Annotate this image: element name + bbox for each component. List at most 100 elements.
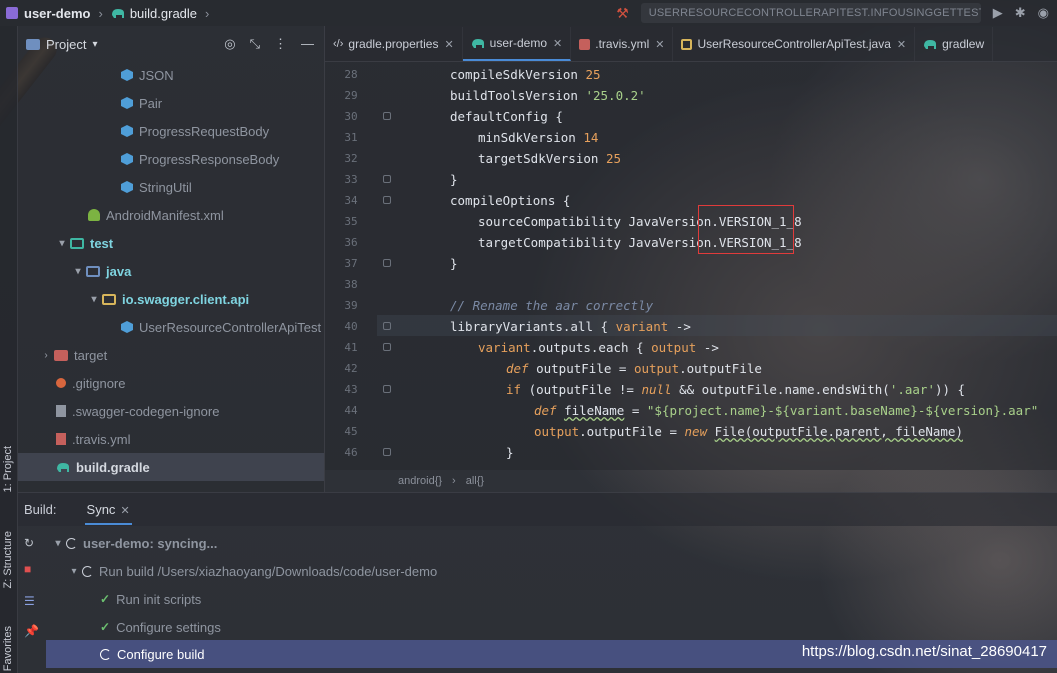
collapse-icon[interactable]: ⤡ bbox=[250, 36, 260, 52]
fold-marker[interactable] bbox=[383, 385, 391, 393]
sync-icon[interactable]: ↻ bbox=[24, 536, 34, 550]
build-row-configure-settings[interactable]: ✓ Configure settings bbox=[100, 613, 221, 641]
stop-icon[interactable]: ◉ bbox=[1038, 5, 1049, 21]
locate-icon[interactable]: ◎ bbox=[224, 36, 235, 52]
build-hammer-icon[interactable]: ⚒ bbox=[616, 5, 629, 22]
gradle-elephant-icon bbox=[924, 40, 937, 49]
more-icon[interactable]: ⋮ bbox=[274, 36, 287, 52]
tab-user-resource-test[interactable]: UserResourceControllerApiTest.java ✕ bbox=[673, 27, 916, 61]
debug-icon[interactable]: ✱ bbox=[1015, 5, 1026, 21]
toolbar-right: ⚒ USERRESOURCECONTROLLERAPITEST.INFOUSIN… bbox=[616, 0, 1049, 26]
tree-item-json[interactable]: JSON bbox=[121, 61, 174, 89]
code-line: variant.outputs.each { output -> bbox=[478, 340, 719, 355]
line-number: 34 bbox=[344, 194, 358, 207]
build-toolbar: ↻ ■ ☰ 📌 bbox=[18, 526, 46, 673]
tree-item-package[interactable]: ▾ io.swagger.client.api bbox=[88, 285, 249, 313]
tab-sync[interactable]: Sync ✕ bbox=[84, 494, 132, 525]
breadcrumb-file[interactable]: build.gradle bbox=[130, 6, 197, 21]
watermark: https://blog.csdn.net/sinat_28690417 bbox=[801, 643, 1047, 660]
project-tool-tab[interactable]: 1: Project bbox=[2, 446, 14, 492]
run-configuration-label: USERRESOURCECONTROLLERAPITEST.INFOUSINGG… bbox=[648, 7, 981, 19]
build-row-syncing[interactable]: ▾ user-demo: syncing... bbox=[52, 529, 217, 557]
chevron-right-icon: › bbox=[98, 5, 103, 21]
tree-item-codegen-ignore[interactable]: .swagger-codegen-ignore bbox=[56, 397, 219, 425]
hide-icon[interactable]: — bbox=[301, 36, 314, 52]
fold-marker[interactable] bbox=[383, 343, 391, 351]
check-icon: ✓ bbox=[100, 592, 111, 606]
editor-tabs: ‹/› gradle.properties ✕ user-demo ✕ .tra… bbox=[325, 26, 1057, 62]
code-line: output.outputFile = new File(outputFile.… bbox=[534, 424, 963, 439]
tree-item-progress-request-body[interactable]: ProgressRequestBody bbox=[121, 117, 269, 145]
fold-marker[interactable] bbox=[383, 196, 391, 204]
line-number: 44 bbox=[344, 404, 358, 417]
chevron-down-icon[interactable]: ▾ bbox=[52, 538, 64, 549]
fold-marker[interactable] bbox=[383, 259, 391, 267]
favorites-tool-tab[interactable]: Favorites bbox=[2, 626, 14, 671]
close-icon[interactable]: ✕ bbox=[553, 37, 562, 50]
tree-item-travis[interactable]: .travis.yml bbox=[56, 425, 131, 453]
code-line: } bbox=[450, 172, 458, 187]
run-configuration-select[interactable]: USERRESOURCECONTROLLERAPITEST.INFOUSINGG… bbox=[640, 3, 981, 23]
run-icon[interactable]: ▶ bbox=[993, 5, 1003, 21]
chevron-down-icon[interactable]: ▾ bbox=[88, 294, 100, 305]
breadcrumb-all[interactable]: all{} bbox=[466, 475, 484, 487]
code-line: } bbox=[506, 445, 514, 460]
code-line: compileSdkVersion 25 bbox=[450, 67, 601, 82]
chevron-right-icon[interactable]: › bbox=[40, 350, 52, 361]
close-icon[interactable]: ✕ bbox=[444, 38, 453, 51]
structure-tool-tab[interactable]: Z: Structure bbox=[2, 531, 14, 588]
tree-item-pair[interactable]: Pair bbox=[121, 89, 162, 117]
tree-item-string-util[interactable]: StringUtil bbox=[121, 173, 192, 201]
code-comment: // Rename the aar correctly bbox=[450, 298, 654, 313]
build-row-run-build[interactable]: ▾ Run build /Users/xiazhaoyang/Downloads… bbox=[68, 557, 437, 585]
project-icon bbox=[6, 7, 18, 19]
tree-item-android-manifest[interactable]: AndroidManifest.xml bbox=[88, 201, 224, 229]
check-icon: ✓ bbox=[100, 620, 111, 634]
android-icon bbox=[88, 209, 100, 221]
list-icon[interactable]: ☰ bbox=[24, 594, 35, 608]
tree-item-target[interactable]: › target bbox=[40, 341, 107, 369]
line-number: 32 bbox=[344, 152, 358, 165]
chevron-down-icon[interactable]: ▾ bbox=[68, 566, 80, 577]
close-icon[interactable]: ✕ bbox=[655, 38, 664, 51]
tab-gradle-properties[interactable]: ‹/› gradle.properties ✕ bbox=[325, 27, 463, 61]
code-line: if (outputFile != null && outputFile.nam… bbox=[506, 382, 966, 397]
build-row-init-scripts[interactable]: ✓ Run init scripts bbox=[100, 585, 201, 613]
tree-item-java[interactable]: ▾ java bbox=[72, 257, 131, 285]
line-number: 40 bbox=[344, 320, 358, 333]
fold-marker[interactable] bbox=[383, 112, 391, 120]
fold-marker[interactable] bbox=[383, 322, 391, 330]
chevron-down-icon[interactable]: ▾ bbox=[56, 238, 68, 249]
stop-icon[interactable]: ■ bbox=[24, 562, 31, 576]
tab-gradlew[interactable]: gradlew bbox=[915, 27, 994, 61]
code-editor[interactable]: 28 29 30 31 32 33 34 35 36 37 38 39 40 4… bbox=[325, 62, 1057, 470]
tree-item-user-resource-test[interactable]: UserResourceControllerApiTest bbox=[121, 313, 321, 341]
line-number: 37 bbox=[344, 257, 358, 270]
close-icon[interactable]: ✕ bbox=[897, 38, 906, 51]
left-tool-strip: 1: Project Z: Structure Favorites bbox=[0, 26, 18, 673]
pin-icon[interactable]: 📌 bbox=[24, 624, 39, 638]
class-icon bbox=[121, 321, 133, 333]
close-icon[interactable]: ✕ bbox=[120, 505, 129, 517]
fold-marker[interactable] bbox=[383, 448, 391, 456]
breadcrumb-android[interactable]: android{} bbox=[398, 475, 442, 487]
project-view-select[interactable]: Project bbox=[46, 37, 86, 52]
code-line: defaultConfig { bbox=[450, 109, 563, 124]
tree-item-gitignore[interactable]: .gitignore bbox=[56, 369, 125, 397]
folder-icon bbox=[26, 38, 40, 50]
fold-marker[interactable] bbox=[383, 175, 391, 183]
tree-item-progress-response-body[interactable]: ProgressResponseBody bbox=[121, 145, 279, 173]
tab-user-demo[interactable]: user-demo ✕ bbox=[462, 27, 572, 61]
tree-item-test[interactable]: ▾ test bbox=[56, 229, 113, 257]
tab-travis[interactable]: .travis.yml ✕ bbox=[571, 27, 674, 61]
project-panel: Project ▾ ◎ ⤡ ⋮ — JSON Pair ProgressRequ… bbox=[18, 26, 325, 492]
folder-icon bbox=[70, 237, 84, 249]
line-number: 28 bbox=[344, 68, 358, 81]
tree-item-build-gradle[interactable]: build.gradle bbox=[18, 453, 324, 481]
breadcrumb-project[interactable]: user-demo bbox=[24, 6, 90, 21]
navigation-bar: user-demo › build.gradle › ⚒ USERRESOURC… bbox=[0, 0, 1057, 26]
code-line: } bbox=[450, 256, 458, 271]
chevron-down-icon[interactable]: ▾ bbox=[72, 266, 84, 277]
spinner-icon bbox=[100, 648, 111, 660]
line-number: 36 bbox=[344, 236, 358, 249]
